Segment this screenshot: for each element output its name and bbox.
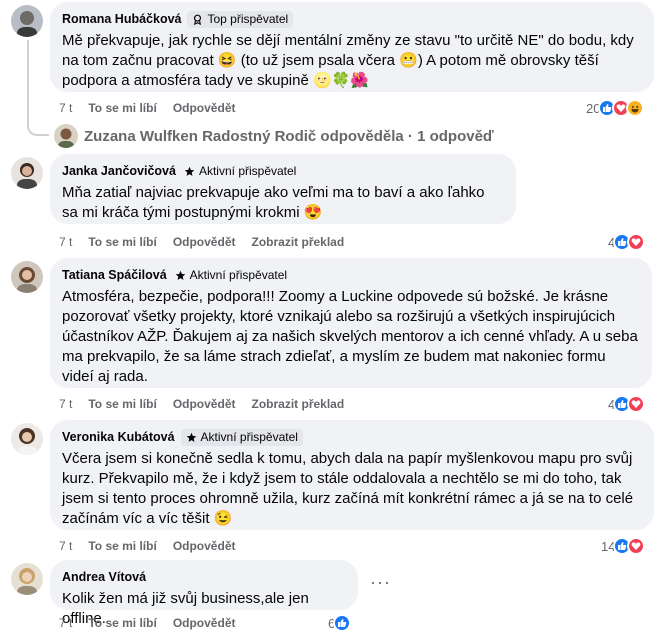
badge-label: Aktivní přispěvatel bbox=[200, 430, 298, 444]
comment-author[interactable]: Romana Hubáčková bbox=[62, 12, 181, 26]
comment-bubble: Veronika Kubátová Aktivní přispěvatel Vč… bbox=[50, 420, 654, 530]
like-button[interactable]: To se mi líbí bbox=[88, 539, 156, 553]
comment-bubble: Tatiana Spáčilová Aktivní přispěvatel At… bbox=[50, 258, 652, 388]
like-button[interactable]: To se mi líbí bbox=[88, 616, 156, 630]
comment-actions: 7 t To se mi líbí Odpovědět Zobrazit pře… bbox=[59, 397, 360, 411]
comment-time[interactable]: 7 t bbox=[59, 235, 72, 249]
reaction-summary[interactable]: 14 bbox=[601, 537, 646, 555]
reply-button[interactable]: Odpovědět bbox=[173, 539, 236, 553]
more-options-button[interactable]: ··· bbox=[370, 572, 391, 593]
comment: Andrea Vítová Kolik žen má již svůj busi… bbox=[0, 558, 666, 632]
comment-text: Včera jsem si konečně sedla k tomu, abyc… bbox=[62, 450, 634, 527]
comment-bubble: Romana Hubáčková Top přispěvatel Mě přek… bbox=[50, 2, 654, 92]
reply-button[interactable]: Odpovědět bbox=[173, 101, 236, 115]
comment: Janka Jančovičová Aktivní přispěvatel Mň… bbox=[0, 152, 666, 252]
reply-summary-text: Zuzana Wulfken Radostný Rodič odpověděla… bbox=[84, 127, 494, 145]
comment-actions: 7 t To se mi líbí Odpovědět bbox=[59, 616, 251, 630]
badge-label: Aktivní přispěvatel bbox=[189, 268, 288, 282]
comment-time[interactable]: 7 t bbox=[59, 616, 72, 630]
reply-author-avatar bbox=[54, 124, 78, 148]
reply-button[interactable]: Odpovědět bbox=[173, 616, 236, 630]
comment-author[interactable]: Veronika Kubátová bbox=[62, 430, 175, 444]
translate-button[interactable]: Zobrazit překlad bbox=[251, 235, 344, 249]
comment-bubble: Andrea Vítová Kolik žen má již svůj busi… bbox=[50, 560, 358, 627]
badge-label: Top přispěvatel bbox=[207, 12, 289, 26]
comment-author[interactable]: Andrea Vítová bbox=[62, 570, 146, 584]
comment-time[interactable]: 7 t bbox=[59, 397, 72, 411]
comment-time[interactable]: 7 t bbox=[59, 539, 72, 553]
comment: Tatiana Spáčilová Aktivní přispěvatel At… bbox=[0, 256, 666, 416]
comment: Romana Hubáčková Top přispěvatel Mě přek… bbox=[0, 0, 666, 120]
thread-elbow bbox=[27, 122, 49, 136]
love-reaction-icon bbox=[627, 537, 646, 555]
badge-label: Aktivní přispěvatel bbox=[198, 164, 297, 178]
comment-text: Atmosféra, bezpečie, podpora!!! Zoomy a … bbox=[62, 288, 638, 385]
avatar[interactable] bbox=[11, 423, 43, 455]
star-icon bbox=[184, 166, 195, 176]
reaction-summary[interactable]: 4 bbox=[608, 395, 646, 413]
translate-button[interactable]: Zobrazit překlad bbox=[251, 397, 344, 411]
avatar[interactable] bbox=[11, 157, 43, 189]
like-button[interactable]: To se mi líbí bbox=[88, 397, 156, 411]
comment-text: Mňa zatiaľ najviac prekvapuje ako veľmi … bbox=[62, 184, 485, 221]
like-button[interactable]: To se mi líbí bbox=[88, 101, 156, 115]
reaction-summary[interactable]: 6 bbox=[328, 614, 352, 632]
comment-author[interactable]: Janka Jančovičová bbox=[62, 164, 176, 178]
comment-time[interactable]: 7 t bbox=[59, 101, 72, 115]
comment: Veronika Kubátová Aktivní přispěvatel Vč… bbox=[0, 418, 666, 558]
star-icon bbox=[186, 432, 196, 442]
avatar[interactable] bbox=[11, 5, 43, 37]
active-contributor-badge: Aktivní přispěvatel bbox=[173, 267, 289, 284]
like-button[interactable]: To se mi líbí bbox=[88, 235, 156, 249]
reply-button[interactable]: Odpovědět bbox=[173, 235, 236, 249]
award-icon bbox=[194, 14, 202, 25]
avatar[interactable] bbox=[11, 563, 43, 595]
reaction-summary[interactable]: 4 bbox=[608, 233, 646, 251]
like-reaction-icon bbox=[333, 614, 352, 632]
love-reaction-icon bbox=[627, 395, 646, 413]
active-contributor-badge: Aktivní přispěvatel bbox=[180, 428, 303, 446]
active-contributor-badge: Aktivní přispěvatel bbox=[182, 163, 298, 180]
haha-reaction-icon bbox=[626, 99, 645, 117]
star-icon bbox=[175, 270, 185, 280]
comment-actions: 7 t To se mi líbí Odpovědět Zobrazit pře… bbox=[59, 235, 360, 249]
comment-author[interactable]: Tatiana Spáčilová bbox=[62, 268, 167, 282]
top-contributor-badge: Top přispěvatel bbox=[187, 10, 294, 28]
view-replies-link[interactable]: Zuzana Wulfken Radostný Rodič odpověděla… bbox=[54, 124, 494, 148]
reply-button[interactable]: Odpovědět bbox=[173, 397, 236, 411]
comment-text: Mě překvapuje, jak rychle se dějí mentál… bbox=[62, 32, 634, 89]
comment-bubble: Janka Jančovičová Aktivní přispěvatel Mň… bbox=[50, 154, 516, 224]
comment-actions: 7 t To se mi líbí Odpovědět bbox=[59, 101, 251, 115]
reaction-summary[interactable]: 20 bbox=[586, 99, 645, 117]
avatar[interactable] bbox=[11, 261, 43, 293]
love-reaction-icon bbox=[627, 233, 646, 251]
comment-actions: 7 t To se mi líbí Odpovědět bbox=[59, 539, 251, 553]
